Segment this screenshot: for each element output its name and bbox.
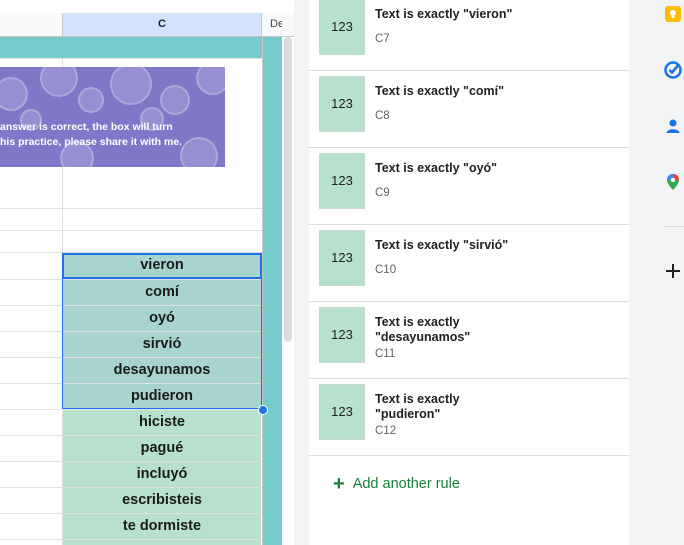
fill-handle[interactable] [258,405,268,415]
gridline [0,58,262,59]
banner-line: answer is correct, the box will turn [0,121,173,133]
rule-item[interactable]: 123 Text is exactly "sirvió" C10 [309,224,629,302]
add-another-rule-button[interactable]: + Add another rule [333,474,460,494]
instructions-banner-image: answer is correct, the box will turn his… [0,67,225,167]
cell-c17[interactable]: te dormiste [63,514,261,539]
format-preview: 123 [319,76,365,132]
column-d-fill [262,37,282,545]
column-d-header[interactable]: De [262,13,282,36]
rule-condition: Text is exactly "sirvió" [375,238,509,252]
cell-c13[interactable]: hiciste [63,410,261,435]
rule-condition: Text is exactly "pudieron" [375,392,460,421]
plus-icon: + [333,473,345,495]
format-preview: 123 [319,384,365,440]
rule-condition: Text is exactly "comí" [375,84,505,98]
side-panel-icons [656,0,684,545]
gridline [0,230,262,231]
cell-c16[interactable]: escribisteis [63,488,261,513]
banner-line: his practice, please share it with me. [0,136,183,148]
format-preview: 123 [319,230,365,286]
rule-item[interactable]: 123 Text is exactly "vieron" C7 [309,0,629,71]
tasks-icon[interactable] [664,61,682,79]
banner-text: answer is correct, the box will turn his… [0,120,225,150]
gridline [0,208,262,209]
format-preview: 123 [319,307,365,363]
conditional-format-panel: 123 Text is exactly "vieron" C7 123 Text… [309,0,629,545]
column-c-header[interactable]: C [62,13,262,36]
rule-range: C10 [375,264,397,276]
rule-item[interactable]: 123 Text is exactly "oyó" C9 [309,147,629,225]
rule-range: C9 [375,187,390,199]
rule-item[interactable]: 123 Text is exactly "desayunamos" C11 [309,301,629,379]
rule-range: C12 [375,425,397,437]
maps-icon[interactable] [664,173,682,191]
header-row-fill [0,37,262,59]
cell-c14[interactable]: pagué [63,436,261,461]
rule-condition: Text is exactly "vieron" [375,7,513,21]
keep-icon[interactable] [664,5,682,23]
active-cell-outline [62,253,262,279]
contacts-icon[interactable] [664,117,682,135]
rule-range: C8 [375,110,390,122]
rule-range: C7 [375,33,390,45]
vertical-scrollbar[interactable] [284,37,292,342]
rule-item[interactable]: 123 Text is exactly "pudieron" C12 [309,378,629,456]
plus-icon[interactable] [664,262,682,280]
rule-range: C11 [375,348,396,360]
spreadsheet-grid[interactable]: C De answer is correct, the box will tur… [0,0,294,545]
cell-c18[interactable] [63,540,261,545]
add-rule-label: Add another rule [352,476,460,492]
cell-c15[interactable]: incluyó [63,462,261,487]
format-preview: 123 [319,0,365,55]
format-preview: 123 [319,153,365,209]
rule-item[interactable]: 123 Text is exactly "comí" C8 [309,70,629,148]
rule-condition: Text is exactly "oyó" [375,161,498,175]
sidebar-divider [664,226,684,227]
rule-condition: Text is exactly "desayunamos" [375,315,471,344]
